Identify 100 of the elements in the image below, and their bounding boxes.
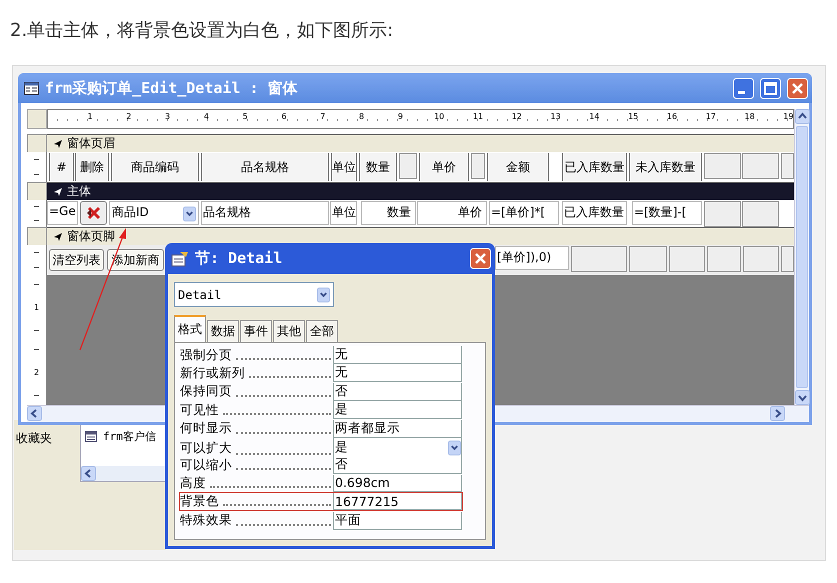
- section-marker-icon: [53, 186, 63, 196]
- maximize-button[interactable]: [760, 78, 781, 98]
- property-value[interactable]: 无: [333, 364, 462, 382]
- section-marker-icon: [53, 138, 63, 148]
- text-box[interactable]: [单价]),0): [495, 246, 569, 270]
- text-box[interactable]: 已入库数量: [562, 201, 627, 225]
- property-name: 可以缩小: [180, 456, 232, 474]
- dropdown-icon[interactable]: [183, 204, 196, 224]
- property-name: 何时显示: [180, 420, 232, 438]
- scroll-thumb[interactable]: [796, 126, 808, 388]
- property-value[interactable]: 是: [333, 401, 462, 420]
- combo-text: 商品ID: [112, 204, 149, 221]
- text-box[interactable]: 单位: [330, 201, 357, 225]
- text-box[interactable]: =Ge: [47, 201, 78, 225]
- tab[interactable]: 格式: [174, 315, 206, 342]
- form-icon: [85, 431, 97, 442]
- tab[interactable]: 全部: [306, 320, 338, 342]
- section-title: 窗体页脚: [67, 228, 115, 245]
- empty-control[interactable]: [781, 153, 794, 179]
- section-selector[interactable]: [27, 182, 47, 201]
- list-item[interactable]: frm客户信: [103, 429, 156, 444]
- field-label: 商品编码: [111, 153, 199, 181]
- dropdown-icon[interactable]: [317, 284, 330, 304]
- scroll-left-icon[interactable]: [81, 466, 96, 481]
- text-box[interactable]: 单价: [417, 201, 487, 225]
- text-box[interactable]: 品名规格: [201, 201, 329, 225]
- favorites-label: 收藏夹: [16, 430, 52, 447]
- empty-control[interactable]: [743, 246, 779, 272]
- ruler-number: 1: [87, 112, 93, 121]
- section-selector[interactable]: [27, 227, 47, 246]
- property-name: 保持同页: [180, 383, 232, 400]
- delete-button[interactable]: [80, 201, 107, 225]
- empty-control[interactable]: [781, 246, 794, 272]
- ruler-number: 17: [706, 112, 716, 121]
- scroll-left-icon[interactable]: [27, 406, 42, 421]
- property-sheet-icon: [171, 250, 189, 266]
- field-label: #: [49, 153, 74, 181]
- section-bar[interactable]: 窗体页眉: [47, 134, 794, 153]
- field-label: 单价: [419, 153, 469, 181]
- minimize-button[interactable]: [733, 78, 754, 98]
- close-button[interactable]: [787, 78, 808, 98]
- dropdown-icon[interactable]: [448, 438, 461, 458]
- ruler-number: 1: [34, 303, 40, 312]
- field-label: 品名规格: [201, 153, 329, 181]
- text-box[interactable]: =[单价]*[: [489, 201, 559, 225]
- ruler-number: 7: [320, 112, 326, 121]
- scroll-up-icon[interactable]: [795, 109, 810, 124]
- combo-box[interactable]: 商品ID: [109, 201, 199, 225]
- empty-control[interactable]: [399, 153, 417, 179]
- object-dropdown[interactable]: Detail: [174, 282, 334, 307]
- tab[interactable]: 数据: [207, 320, 239, 342]
- field-label: 未入库数量: [629, 153, 702, 181]
- section-selector[interactable]: [27, 134, 47, 153]
- property-value[interactable]: 否: [333, 382, 462, 401]
- property-value[interactable]: 平面: [333, 512, 462, 530]
- empty-control[interactable]: [471, 153, 485, 179]
- property-name: 可以扩大: [180, 440, 232, 457]
- ruler-number: 16: [666, 112, 678, 121]
- close-button[interactable]: [470, 248, 491, 269]
- cross-icon: [84, 205, 102, 221]
- ruler-number: 3: [165, 112, 170, 121]
- section-bar[interactable]: 窗体页脚: [47, 227, 794, 246]
- ruler-number: 5: [242, 112, 248, 121]
- scroll-right-icon[interactable]: [770, 406, 785, 421]
- field-label: 数量: [359, 153, 397, 181]
- section-title: 主体: [67, 183, 91, 200]
- property-value[interactable]: 两者都显示: [333, 420, 462, 438]
- property-name: 背景色: [180, 493, 219, 510]
- empty-control[interactable]: [629, 246, 667, 272]
- vertical-scrollbar[interactable]: [794, 109, 809, 405]
- text-box[interactable]: 数量: [361, 201, 416, 225]
- tab[interactable]: 其他: [273, 320, 305, 342]
- ruler-number: 4: [204, 112, 209, 121]
- property-value[interactable]: 16777215: [333, 493, 462, 510]
- ruler-number: 19: [783, 112, 794, 121]
- scrollbar[interactable]: [81, 466, 167, 481]
- property-name: 强制分页: [180, 346, 232, 364]
- tab[interactable]: 事件: [240, 320, 272, 342]
- ruler-number: 13: [550, 112, 561, 121]
- form-selector[interactable]: [27, 109, 47, 129]
- field-label: 金额: [487, 153, 549, 181]
- section-title: 窗体页眉: [67, 135, 115, 152]
- scroll-down-icon[interactable]: [795, 390, 810, 405]
- form-icon: [24, 82, 39, 94]
- ruler-number: 11: [472, 112, 484, 121]
- empty-control[interactable]: [669, 246, 705, 272]
- dropdown-text: Detail: [178, 288, 222, 302]
- empty-control[interactable]: [707, 246, 741, 272]
- section-bar[interactable]: 主体: [47, 182, 794, 201]
- empty-control[interactable]: [571, 246, 627, 272]
- text-box[interactable]: =[数量]-[: [632, 201, 702, 225]
- property-value[interactable]: 无: [333, 346, 462, 364]
- property-value[interactable]: 否: [333, 456, 462, 474]
- form-button[interactable]: 清空列表: [49, 249, 104, 271]
- property-value[interactable]: 0.698cm: [333, 474, 462, 492]
- section-marker-icon: [53, 232, 63, 242]
- field-label: 删除: [75, 153, 109, 181]
- ruler-number: 18: [744, 112, 755, 121]
- field-label: 已入库数量: [562, 153, 627, 181]
- ruler-number: 15: [628, 112, 638, 121]
